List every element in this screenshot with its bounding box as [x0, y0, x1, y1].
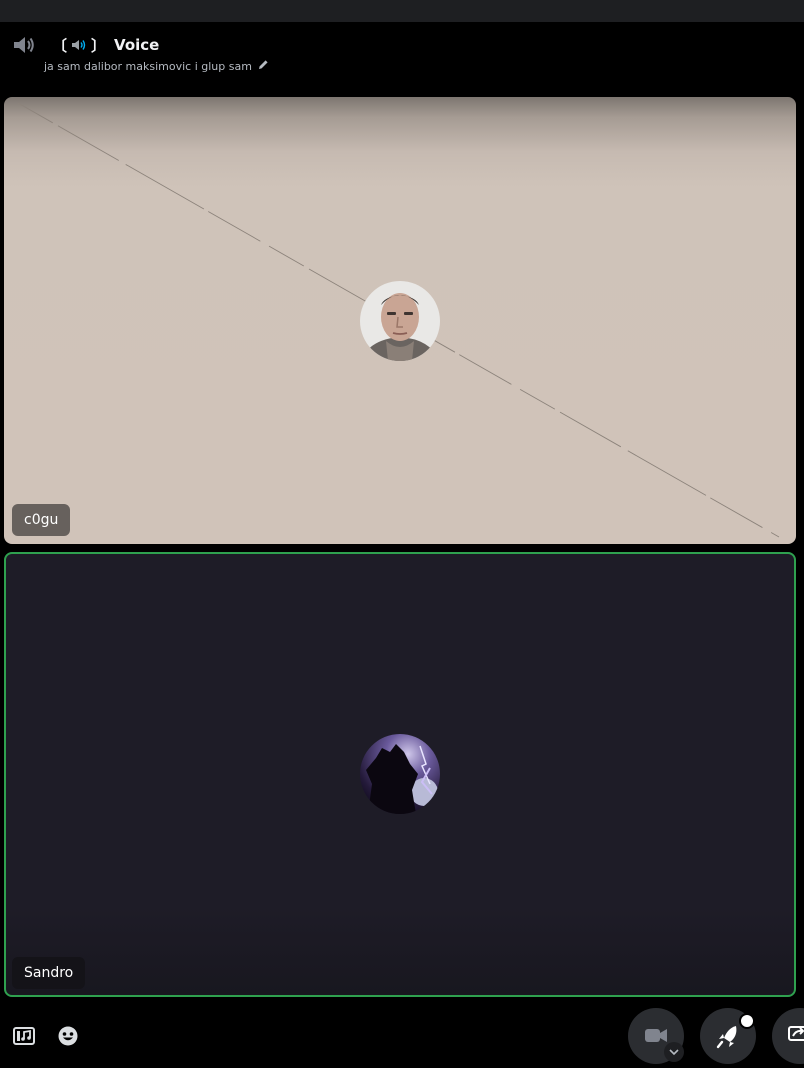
screen-share-button[interactable]: [772, 1008, 804, 1064]
avatar: [360, 281, 440, 361]
title-bracket-right: 〕: [91, 36, 107, 55]
chevron-down-icon[interactable]: [664, 1042, 684, 1062]
participant-name-sandro: Sandro: [12, 957, 86, 989]
channel-status[interactable]: ja sam dalibor maksimovic i glup sam: [44, 59, 269, 73]
title-bracket-left: 〔: [52, 36, 68, 55]
participant-name-c0gu: c0gu: [12, 504, 71, 536]
notification-dot: [739, 1013, 755, 1029]
window-top-strip: [0, 0, 804, 22]
participant-tile-c0gu[interactable]: c0gu: [4, 97, 796, 544]
pencil-icon[interactable]: [258, 59, 269, 73]
channel-name: Voice: [114, 36, 160, 54]
participant-tile-sandro[interactable]: Sandro: [4, 552, 796, 997]
channel-status-text: ja sam dalibor maksimovic i glup sam: [44, 59, 252, 73]
emoji-icon[interactable]: [58, 1026, 78, 1050]
speaker-icon[interactable]: [12, 34, 36, 56]
speaker-icon: [71, 38, 87, 52]
screen-share-icon: [788, 1026, 804, 1041]
channel-title: 〔 〕 Voice: [52, 34, 159, 56]
channel-header: 〔 〕 Voice ja sam dalibor maksimovic i gl…: [0, 22, 804, 94]
voice-controls-bar: [0, 1000, 804, 1064]
soundboard-icon[interactable]: [13, 1027, 35, 1049]
avatar: [360, 734, 440, 814]
